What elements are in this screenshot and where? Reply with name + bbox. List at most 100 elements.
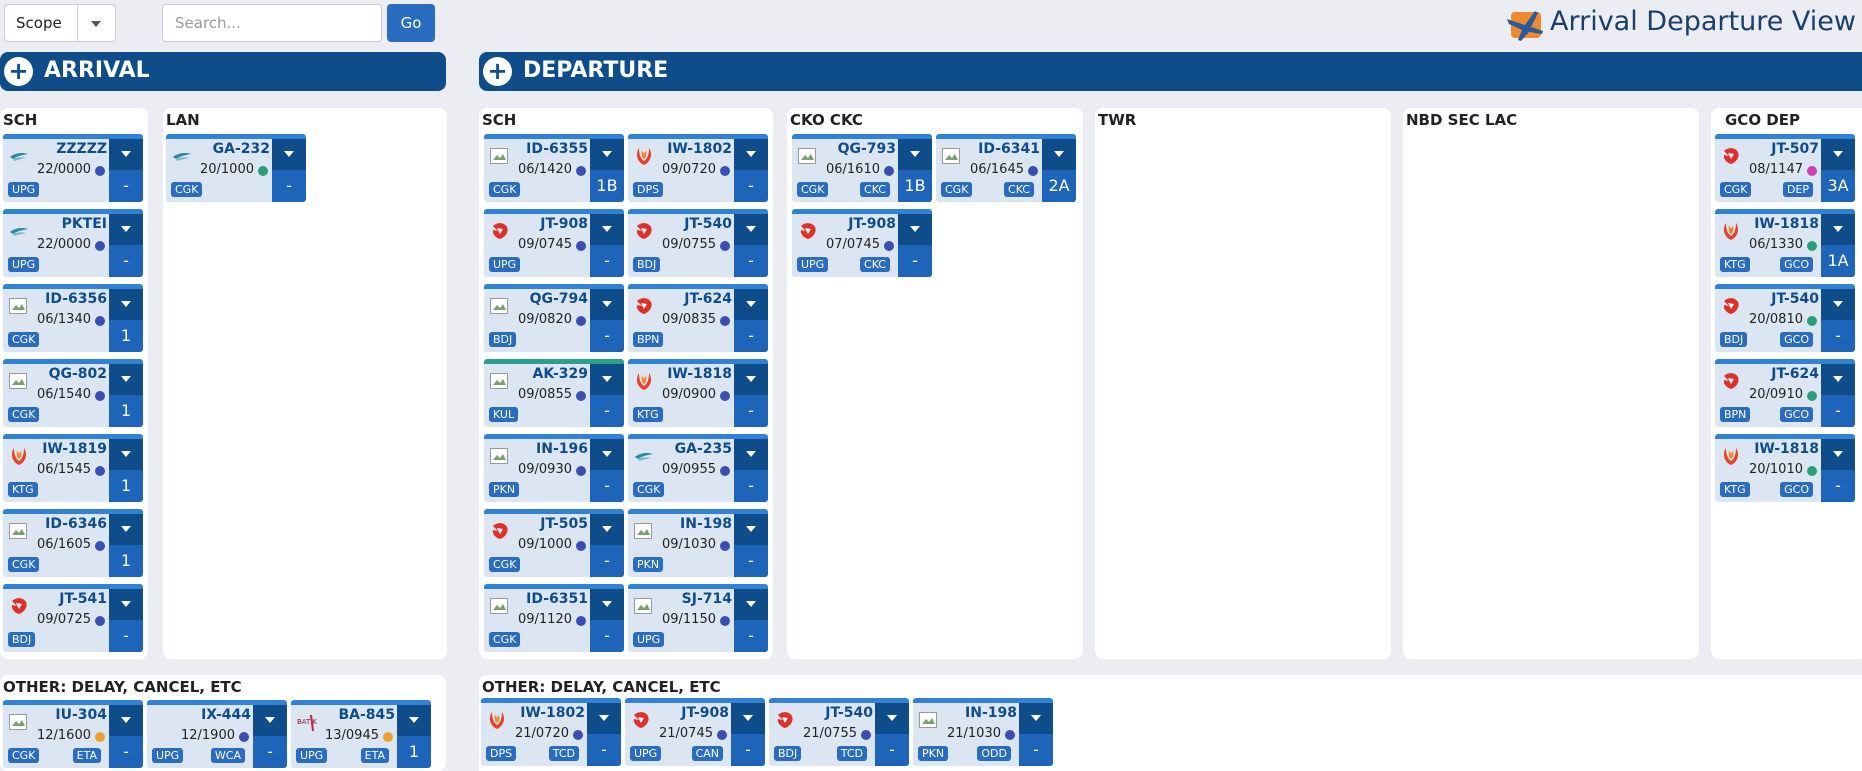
gate-slot[interactable]: - bbox=[1821, 320, 1855, 352]
card-menu-chevron-down-icon[interactable] bbox=[109, 514, 143, 545]
gate-slot[interactable]: - bbox=[875, 734, 909, 766]
card-menu-chevron-down-icon[interactable] bbox=[109, 289, 143, 320]
gate-slot[interactable]: 1 bbox=[109, 545, 143, 577]
flight-card[interactable]: AK-329 09/0855 KUL - bbox=[484, 359, 624, 427]
gate-slot[interactable]: - bbox=[587, 734, 621, 766]
flight-card[interactable]: QG-802 06/1540 CGK 1 bbox=[3, 359, 143, 427]
flight-card[interactable]: IW-1818 09/0900 KTG - bbox=[628, 359, 768, 427]
flight-card[interactable]: IN-198 09/1030 PKN - bbox=[628, 509, 768, 577]
card-menu-chevron-down-icon[interactable] bbox=[590, 589, 624, 620]
flight-card[interactable]: IW-1802 09/0720 DPS - bbox=[628, 134, 768, 202]
gate-slot[interactable]: - bbox=[731, 734, 765, 766]
card-menu-chevron-down-icon[interactable] bbox=[734, 439, 768, 470]
gate-slot[interactable]: - bbox=[109, 170, 143, 202]
gate-slot[interactable]: - bbox=[734, 170, 768, 202]
gate-slot[interactable]: - bbox=[898, 245, 932, 277]
card-menu-chevron-down-icon[interactable] bbox=[1019, 703, 1053, 734]
card-menu-chevron-down-icon[interactable] bbox=[734, 364, 768, 395]
flight-card[interactable]: IX-444 12/1900 UPG WCA - bbox=[147, 700, 287, 768]
gate-slot[interactable]: - bbox=[590, 545, 624, 577]
gate-slot[interactable]: - bbox=[734, 395, 768, 427]
gate-slot[interactable]: - bbox=[590, 320, 624, 352]
flight-card[interactable]: IU-304 12/1600 CGK ETA - bbox=[3, 700, 143, 768]
go-button[interactable]: Go bbox=[387, 4, 435, 42]
flight-card[interactable]: IN-198 21/1030 PKN ODD - bbox=[913, 698, 1053, 766]
gate-slot[interactable]: - bbox=[734, 245, 768, 277]
card-menu-chevron-down-icon[interactable] bbox=[590, 214, 624, 245]
flight-card[interactable]: JT-540 21/0755 BDJ TCD - bbox=[769, 698, 909, 766]
gate-slot[interactable]: - bbox=[734, 620, 768, 652]
gate-slot[interactable]: - bbox=[253, 736, 287, 768]
flight-card[interactable]: IW-1802 21/0720 DPS TCD - bbox=[481, 698, 621, 766]
flight-card[interactable]: JT-624 09/0835 BPN - bbox=[628, 284, 768, 352]
flight-card[interactable]: ID-6346 06/1605 CGK 1 bbox=[3, 509, 143, 577]
gate-slot[interactable]: - bbox=[590, 245, 624, 277]
flight-card[interactable]: IW-1818 06/1330 KTG GCO 1A bbox=[1715, 209, 1855, 277]
gate-slot[interactable]: - bbox=[734, 320, 768, 352]
flight-card[interactable]: BATIK BA-845 13/0945 UPG ETA 1 bbox=[291, 700, 431, 768]
card-menu-chevron-down-icon[interactable] bbox=[875, 703, 909, 734]
card-menu-chevron-down-icon[interactable] bbox=[898, 214, 932, 245]
card-menu-chevron-down-icon[interactable] bbox=[109, 705, 143, 736]
card-menu-chevron-down-icon[interactable] bbox=[1042, 139, 1076, 170]
flight-card[interactable]: IW-1818 20/1010 KTG GCO - bbox=[1715, 434, 1855, 502]
gate-slot[interactable]: - bbox=[590, 620, 624, 652]
card-menu-chevron-down-icon[interactable] bbox=[272, 139, 306, 170]
gate-slot[interactable]: - bbox=[1019, 734, 1053, 766]
flight-card[interactable]: JT-541 09/0725 BDJ - bbox=[3, 584, 143, 652]
flight-card[interactable]: IN-196 09/0930 PKN - bbox=[484, 434, 624, 502]
gate-slot[interactable]: 1 bbox=[109, 320, 143, 352]
gate-slot[interactable]: 1B bbox=[590, 170, 624, 202]
gate-slot[interactable]: - bbox=[109, 736, 143, 768]
card-menu-chevron-down-icon[interactable] bbox=[590, 364, 624, 395]
scope-dropdown-toggle[interactable] bbox=[78, 4, 116, 42]
gate-slot[interactable]: 1B bbox=[898, 170, 932, 202]
gate-slot[interactable]: 1A bbox=[1821, 245, 1855, 277]
card-menu-chevron-down-icon[interactable] bbox=[253, 705, 287, 736]
flight-card[interactable]: ID-6355 06/1420 CGK 1B bbox=[484, 134, 624, 202]
card-menu-chevron-down-icon[interactable] bbox=[109, 439, 143, 470]
flight-card[interactable]: GA-232 20/1000 CGK - bbox=[166, 134, 306, 202]
gate-slot[interactable]: - bbox=[734, 470, 768, 502]
card-menu-chevron-down-icon[interactable] bbox=[734, 289, 768, 320]
card-menu-chevron-down-icon[interactable] bbox=[734, 589, 768, 620]
flight-card[interactable]: ID-6351 09/1120 CGK - bbox=[484, 584, 624, 652]
flight-card[interactable]: ID-6341 06/1645 CGK CKC 2A bbox=[936, 134, 1076, 202]
flight-card[interactable]: JT-908 07/0745 UPG CKC - bbox=[792, 209, 932, 277]
flight-card[interactable]: GA-235 09/0955 CGK - bbox=[628, 434, 768, 502]
card-menu-chevron-down-icon[interactable] bbox=[397, 705, 431, 736]
gate-slot[interactable]: - bbox=[109, 620, 143, 652]
gate-slot[interactable]: 3A bbox=[1821, 170, 1855, 202]
card-menu-chevron-down-icon[interactable] bbox=[109, 139, 143, 170]
card-menu-chevron-down-icon[interactable] bbox=[898, 139, 932, 170]
flight-card[interactable]: ID-6356 06/1340 CGK 1 bbox=[3, 284, 143, 352]
flight-card[interactable]: IW-1819 06/1545 KTG 1 bbox=[3, 434, 143, 502]
flight-card[interactable]: SJ-714 09/1150 UPG - bbox=[628, 584, 768, 652]
card-menu-chevron-down-icon[interactable] bbox=[590, 439, 624, 470]
card-menu-chevron-down-icon[interactable] bbox=[109, 589, 143, 620]
flight-card[interactable]: QG-793 06/1610 CGK CKC 1B bbox=[792, 134, 932, 202]
card-menu-chevron-down-icon[interactable] bbox=[109, 364, 143, 395]
flight-card[interactable]: JT-624 20/0910 BPN GCO - bbox=[1715, 359, 1855, 427]
flight-card[interactable]: QG-794 09/0820 BDJ - bbox=[484, 284, 624, 352]
flight-card[interactable]: JT-505 09/1000 CGK - bbox=[484, 509, 624, 577]
gate-slot[interactable]: - bbox=[1821, 395, 1855, 427]
card-menu-chevron-down-icon[interactable] bbox=[1821, 139, 1855, 170]
flight-card[interactable]: JT-908 09/0745 UPG - bbox=[484, 209, 624, 277]
gate-slot[interactable]: - bbox=[590, 470, 624, 502]
search-input[interactable] bbox=[162, 4, 382, 42]
flight-card[interactable]: JT-540 09/0755 BDJ - bbox=[628, 209, 768, 277]
card-menu-chevron-down-icon[interactable] bbox=[1821, 364, 1855, 395]
card-menu-chevron-down-icon[interactable] bbox=[109, 214, 143, 245]
card-menu-chevron-down-icon[interactable] bbox=[1821, 289, 1855, 320]
gate-slot[interactable]: - bbox=[109, 245, 143, 277]
gate-slot[interactable]: - bbox=[590, 395, 624, 427]
flight-card[interactable]: JT-540 20/0810 BDJ GCO - bbox=[1715, 284, 1855, 352]
card-menu-chevron-down-icon[interactable] bbox=[734, 214, 768, 245]
gate-slot[interactable]: - bbox=[734, 545, 768, 577]
scope-button[interactable]: Scope bbox=[4, 4, 78, 42]
gate-slot[interactable]: - bbox=[1821, 470, 1855, 502]
card-menu-chevron-down-icon[interactable] bbox=[590, 514, 624, 545]
card-menu-chevron-down-icon[interactable] bbox=[731, 703, 765, 734]
flight-card[interactable]: JT-908 21/0745 UPG CAN - bbox=[625, 698, 765, 766]
